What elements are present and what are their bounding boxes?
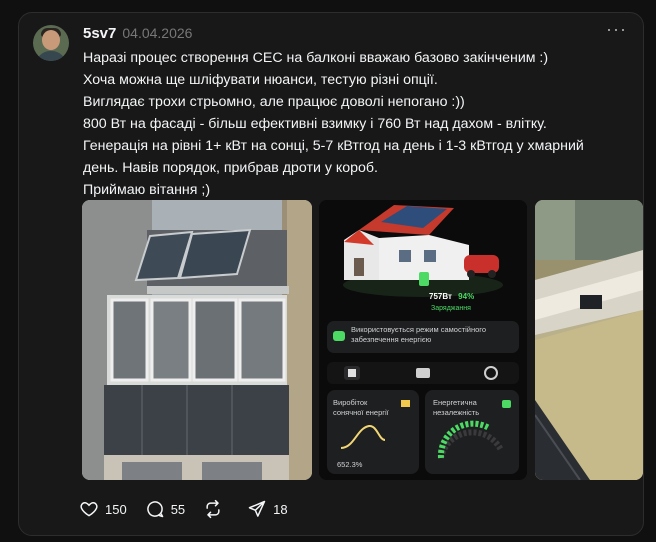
heart-icon [80,501,98,517]
post-date[interactable]: 04.04.2026 [122,25,192,41]
post-text-line: Генерація на рівні 1+ кВт на сонці, 5-7 … [83,138,584,154]
app-notice: Використовується режим самостійного забе… [351,325,487,344]
avatar[interactable] [33,25,69,61]
repost-button[interactable] [203,499,229,519]
post-text-line: Приймаю вітання ;) [83,182,211,198]
app-card-solar-title: Виробіток сонячної енергії [333,398,389,417]
like-button[interactable]: 150 [79,499,127,519]
post-text-line: день. Навів порядок, прибрав дроти у кор… [83,160,378,176]
action-bar: 150 55 18 [79,499,306,519]
comment-button[interactable]: 55 [145,499,185,519]
app-card-independence-title: Енергетична незалежність [433,398,480,417]
app-card-solar-value: 652.3% [337,460,363,469]
more-options-icon[interactable]: ··· [606,19,627,40]
repost-icon [206,499,220,519]
app-status: Заряджання [431,305,471,312]
like-count: 150 [105,501,127,517]
post-text-line: 800 Вт на фасаді - більш ефективні взимк… [83,116,547,132]
comment-icon [146,501,163,518]
post-card: 5sv7 04.04.2026 ··· Наразі процес створе… [18,12,644,536]
share-button[interactable]: 18 [247,499,288,519]
post-header: 5sv7 04.04.2026 [83,23,192,43]
balcony-photo[interactable] [82,200,312,480]
app-battery-value: 94% [458,292,475,301]
post-text-line: Наразі процес створення СЕС на балконі в… [83,50,549,66]
app-power-value: 757Вт 94% [429,292,475,301]
username[interactable]: 5sv7 [83,25,116,42]
share-count: 18 [273,501,288,517]
post-text: Наразі процес створення СЕС на балконі в… [83,47,631,201]
panel-closeup-photo[interactable] [535,200,643,480]
send-icon [248,500,266,517]
post-text-line: Виглядає трохи стрьомно, але працює дово… [83,94,465,110]
comment-count: 55 [170,501,186,517]
solar-app-screenshot[interactable]: 757Вт 94% Заряджання Використовується ре… [319,200,527,480]
post-text-line: Хоча можна ще шліфувати нюанси, тестую р… [83,72,438,88]
